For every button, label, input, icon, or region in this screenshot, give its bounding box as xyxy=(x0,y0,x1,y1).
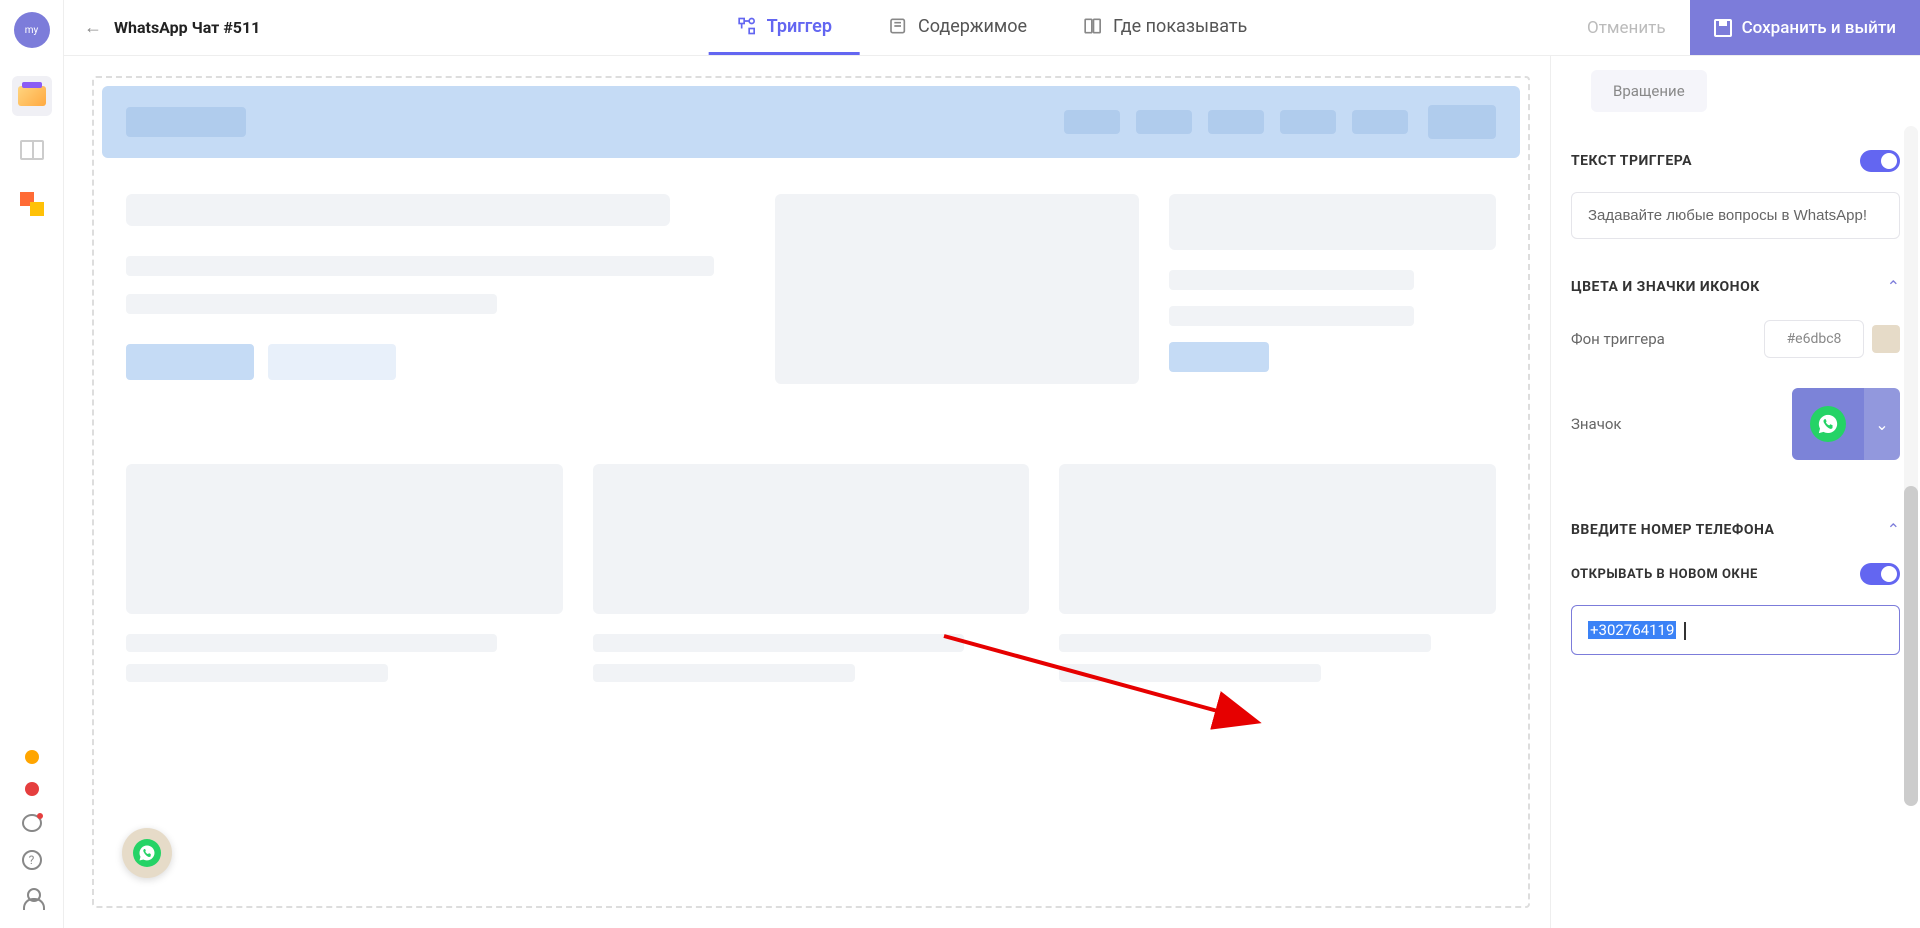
settings-panel: Вращение ТЕКСТ ТРИГГЕРА ЦВЕТА И ЗНАЧКИ И… xyxy=(1550,56,1920,928)
trigger-text-heading: ТЕКСТ ТРИГГЕРА xyxy=(1571,153,1692,169)
save-button[interactable]: Сохранить и выйти xyxy=(1690,0,1920,55)
trigger-text-input[interactable] xyxy=(1571,192,1900,239)
tab-display-label: Где показывать xyxy=(1113,16,1247,37)
display-icon xyxy=(1083,16,1103,36)
sidebar-apps-icon[interactable] xyxy=(12,184,52,224)
chat-icon[interactable] xyxy=(22,814,42,832)
chevron-up-icon[interactable]: ⌃ xyxy=(1887,277,1900,296)
mock-header xyxy=(102,86,1520,158)
chevron-up-icon[interactable]: ⌃ xyxy=(1887,520,1900,539)
bg-color-hex[interactable]: #e6dbc8 xyxy=(1764,320,1864,358)
avatar[interactable]: my xyxy=(14,12,50,48)
cancel-button[interactable]: Отменить xyxy=(1563,18,1690,38)
whatsapp-icon xyxy=(1810,406,1846,442)
icon-dropdown[interactable]: ⌄ xyxy=(1864,388,1900,460)
tab-trigger[interactable]: Триггер xyxy=(709,0,860,55)
bg-color-swatch[interactable] xyxy=(1872,325,1900,353)
tab-content[interactable]: Содержимое xyxy=(860,0,1055,55)
tab-trigger-label: Триггер xyxy=(767,16,832,37)
whatsapp-icon xyxy=(133,839,161,867)
phone-input-value: +302764119 xyxy=(1588,621,1676,639)
tab-content-label: Содержимое xyxy=(918,16,1027,37)
colors-heading: ЦВЕТА И ЗНАЧКИ ИКОНОК xyxy=(1571,279,1760,295)
scrollbar-thumb[interactable] xyxy=(1904,486,1918,806)
icon-preview xyxy=(1792,388,1864,460)
text-cursor xyxy=(1684,622,1686,640)
sidebar-layout-icon[interactable] xyxy=(12,130,52,170)
phone-input[interactable]: +302764119 xyxy=(1571,605,1900,655)
open-new-window-toggle[interactable] xyxy=(1860,563,1900,585)
save-icon xyxy=(1714,19,1732,37)
help-icon[interactable]: ? xyxy=(22,850,42,870)
rotation-button[interactable]: Вращение xyxy=(1591,70,1707,112)
bg-color-label: Фон триггера xyxy=(1571,330,1665,348)
trigger-icon xyxy=(737,16,757,36)
back-arrow-icon[interactable]: ← xyxy=(84,17,102,38)
icon-label: Значок xyxy=(1571,415,1622,433)
status-dot-red[interactable] xyxy=(25,782,39,796)
status-dot-orange[interactable] xyxy=(25,750,39,764)
sidebar-widgets-icon[interactable] xyxy=(12,76,52,116)
open-new-window-label: ОТКРЫВАТЬ В НОВОМ ОКНЕ xyxy=(1571,567,1758,582)
tab-display[interactable]: Где показывать xyxy=(1055,0,1275,55)
user-icon[interactable] xyxy=(22,888,42,908)
whatsapp-trigger-preview[interactable] xyxy=(122,828,172,878)
page-title: WhatsApp Чат #511 xyxy=(114,18,260,37)
content-icon xyxy=(888,16,908,36)
sidebar-left: my ? xyxy=(0,0,64,928)
preview-canvas xyxy=(64,56,1550,928)
save-button-label: Сохранить и выйти xyxy=(1742,18,1896,38)
header: ← WhatsApp Чат #511 Триггер Содержимое Г… xyxy=(64,0,1920,56)
phone-heading: ВВЕДИТЕ НОМЕР ТЕЛЕФОНА xyxy=(1571,522,1774,538)
trigger-text-toggle[interactable] xyxy=(1860,150,1900,172)
